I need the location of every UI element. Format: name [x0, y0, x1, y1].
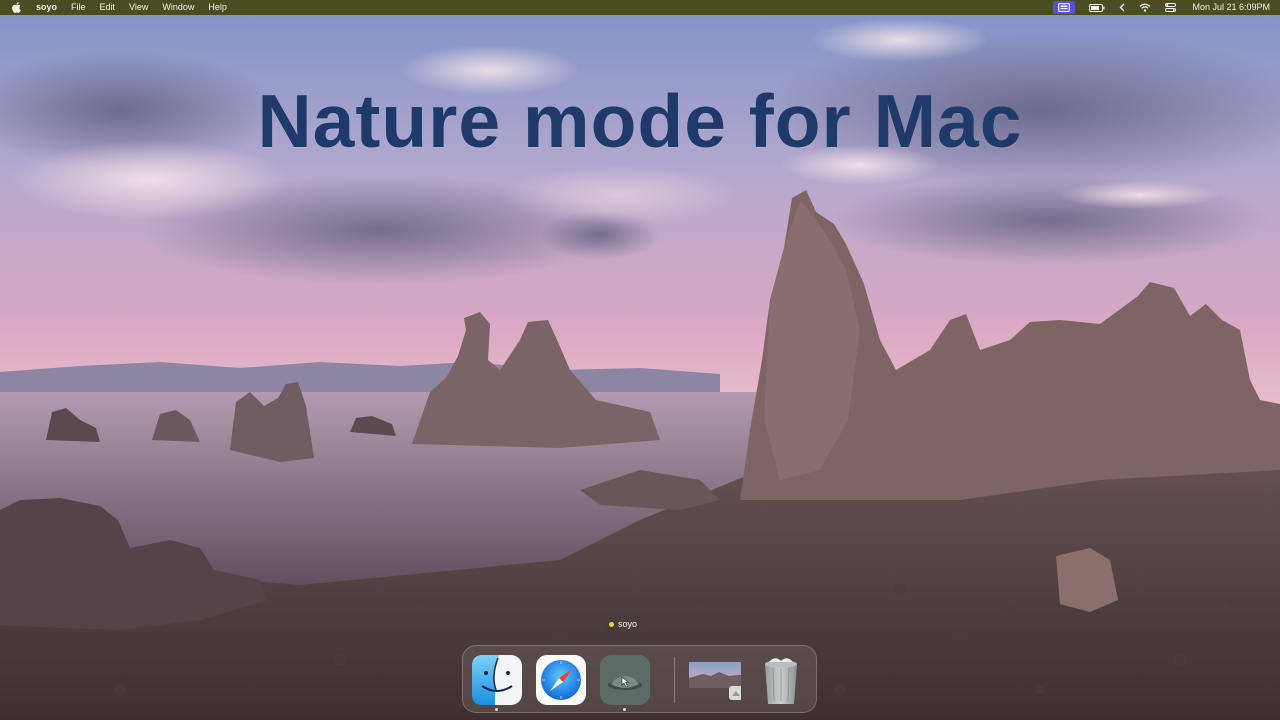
dock — [462, 645, 817, 713]
control-center-icon[interactable] — [1165, 0, 1177, 15]
running-indicator — [495, 708, 498, 711]
screen-mirroring-icon[interactable] — [1053, 1, 1076, 14]
dock-tooltip-label: soyo — [618, 619, 638, 629]
app-menu-soyo[interactable]: soyo — [36, 0, 57, 15]
dock-finder-icon[interactable] — [471, 654, 523, 711]
battery-icon[interactable] — [1089, 0, 1105, 15]
menubar-clock[interactable]: Mon Jul 21 6:09PM — [1192, 0, 1270, 15]
running-indicator — [623, 708, 626, 711]
dock-safari-icon[interactable] — [535, 654, 587, 706]
apple-menu-icon[interactable] — [12, 2, 22, 13]
dock-trash-icon[interactable] — [755, 654, 807, 706]
dock-tooltip: soyo — [603, 617, 644, 632]
menu-view[interactable]: View — [129, 0, 148, 15]
wifi-icon[interactable] — [1139, 0, 1151, 15]
dock-divider — [674, 657, 675, 703]
tooltip-indicator-dot — [609, 622, 614, 627]
menu-window[interactable]: Window — [162, 0, 194, 15]
menu-file[interactable]: File — [71, 0, 86, 15]
dock-soyo-icon[interactable] — [599, 654, 651, 711]
menu-bar: soyo File Edit View Window Help Mon Jul … — [0, 0, 1280, 15]
wallpaper-title: Nature mode for Mac — [257, 79, 1023, 163]
menu-edit[interactable]: Edit — [100, 0, 116, 15]
chevron-left-icon[interactable] — [1119, 0, 1125, 15]
dock-photo-icon[interactable] — [689, 654, 749, 706]
menu-help[interactable]: Help — [208, 0, 227, 15]
